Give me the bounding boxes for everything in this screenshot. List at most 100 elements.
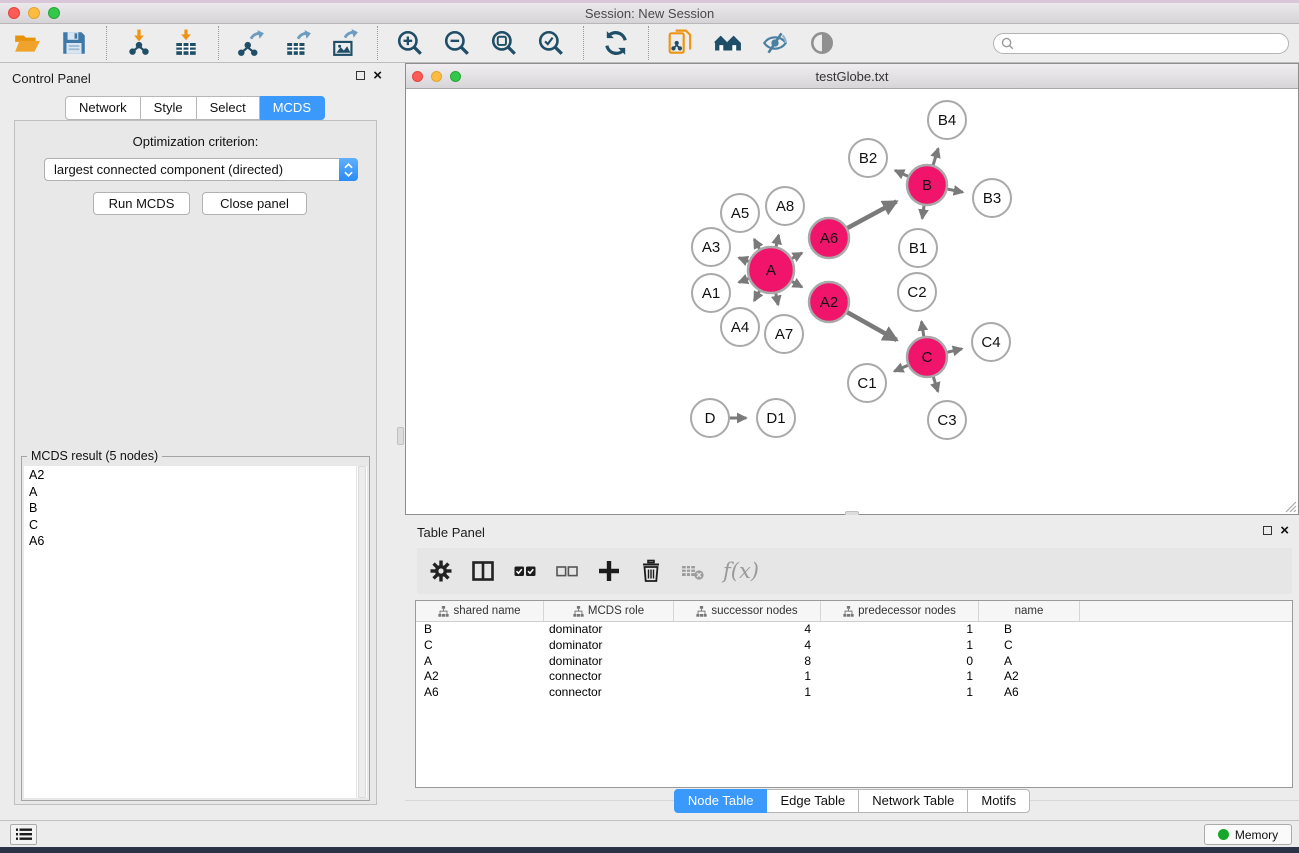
show-graphics-icon[interactable] — [807, 28, 837, 58]
refresh-layout-button[interactable] — [601, 28, 631, 58]
table-row[interactable]: A6connector11A6 — [416, 685, 1292, 701]
zoom-out-button[interactable] — [442, 28, 472, 58]
column-label: name — [1015, 605, 1044, 617]
task-history-button[interactable] — [10, 824, 37, 845]
zoom-traffic-light[interactable] — [48, 7, 60, 19]
select-all-icon[interactable] — [511, 557, 539, 585]
zoom-selected-button[interactable] — [536, 28, 566, 58]
table-options-gear-icon[interactable] — [427, 557, 455, 585]
main-toolbar — [0, 24, 1299, 63]
table-row[interactable]: A2connector11A2 — [416, 669, 1292, 685]
import-table-button[interactable] — [171, 28, 201, 58]
delete-column-trash-icon[interactable] — [637, 557, 665, 585]
import-network-button[interactable] — [124, 28, 154, 58]
table-cell: A2 — [979, 669, 1080, 685]
minimize-traffic-light[interactable] — [28, 7, 40, 19]
toolbar-separator — [106, 26, 107, 60]
graph-node-label-B: B — [922, 177, 932, 194]
close-panel-icon[interactable]: × — [1280, 525, 1289, 536]
run-mcds-button[interactable]: Run MCDS — [93, 192, 190, 215]
zoom-in-button[interactable] — [395, 28, 425, 58]
float-panel-icon[interactable] — [356, 71, 365, 80]
export-table-button[interactable] — [283, 28, 313, 58]
save-session-button[interactable] — [59, 28, 89, 58]
open-session-button[interactable] — [12, 28, 42, 58]
clone-network-button[interactable] — [666, 28, 696, 58]
close-panel-icon[interactable]: × — [373, 70, 382, 81]
home-button[interactable] — [713, 28, 743, 58]
float-panel-icon[interactable] — [1263, 526, 1272, 535]
mcds-result-title: MCDS result (5 nodes) — [27, 449, 162, 463]
graph-node-label-A8: A8 — [776, 198, 794, 215]
toolbar-separator — [583, 26, 584, 60]
table-cell: B — [979, 622, 1080, 638]
table-cell: 0 — [821, 654, 979, 670]
table-cell: connector — [544, 685, 674, 701]
hide-details-icon[interactable] — [760, 28, 790, 58]
memory-button[interactable]: Memory — [1204, 824, 1292, 845]
table-cell: C — [979, 638, 1080, 654]
zoom-traffic-light[interactable] — [450, 71, 461, 82]
table-row[interactable]: Adominator80A — [416, 654, 1292, 670]
column-header-shared-name[interactable]: shared name — [416, 601, 544, 621]
result-item[interactable]: A2 — [24, 468, 356, 485]
add-column-icon[interactable] — [595, 557, 623, 585]
table-cell: 4 — [674, 622, 821, 638]
table-cell: 1 — [821, 685, 979, 701]
tab-motifs[interactable]: Motifs — [968, 789, 1030, 813]
table-row[interactable]: Bdominator41B — [416, 622, 1292, 638]
window-resize-grip[interactable] — [1283, 499, 1297, 513]
result-item[interactable]: B — [24, 501, 356, 518]
zoom-fit-button[interactable] — [489, 28, 519, 58]
table-cell: 4 — [674, 638, 821, 654]
table-cell: dominator — [544, 654, 674, 670]
splitter-handle-vertical[interactable] — [397, 427, 404, 445]
export-network-button[interactable] — [236, 28, 266, 58]
tab-style[interactable]: Style — [141, 96, 197, 120]
graph-node-label-C3: C3 — [937, 412, 956, 429]
result-item[interactable]: A — [24, 485, 356, 502]
dropdown-stepper-icon — [339, 158, 358, 181]
session-title: Session: New Session — [585, 6, 714, 21]
table-row[interactable]: Cdominator41C — [416, 638, 1292, 654]
deselect-all-icon[interactable] — [553, 557, 581, 585]
column-header-successor-nodes[interactable]: successor nodes — [674, 601, 821, 621]
network-view-window: testGlobe.txt AA1A2A3A4A5A6A7A8BB1B2B3B4… — [405, 63, 1299, 515]
memory-status-icon — [1218, 829, 1229, 840]
export-image-button[interactable] — [330, 28, 360, 58]
table-cell: C — [416, 638, 544, 654]
desktop-edge-bottom — [0, 847, 1299, 853]
column-header-name[interactable]: name — [979, 601, 1080, 621]
status-bar: Memory — [0, 820, 1299, 847]
graph-node-label-A5: A5 — [731, 205, 749, 222]
close-traffic-light[interactable] — [412, 71, 423, 82]
split-table-icon[interactable] — [469, 557, 497, 585]
network-graph-canvas[interactable]: AA1A2A3A4A5A6A7A8BB1B2B3B4CC1C2C3C4DD1 — [406, 89, 1298, 514]
tab-select[interactable]: Select — [197, 96, 260, 120]
close-traffic-light[interactable] — [8, 7, 20, 19]
column-header-predecessor-nodes[interactable]: predecessor nodes — [821, 601, 979, 621]
table-panel-title: Table Panel — [417, 525, 485, 540]
tab-node-table[interactable]: Node Table — [674, 789, 768, 813]
network-window-title: testGlobe.txt — [816, 69, 889, 84]
close-panel-button[interactable]: Close panel — [202, 192, 307, 215]
tab-network[interactable]: Network — [65, 96, 141, 120]
result-scrollbar[interactable] — [356, 466, 367, 798]
result-item[interactable]: C — [24, 518, 356, 535]
function-builder-icon-disabled: f(x) — [721, 559, 759, 583]
tab-network-table[interactable]: Network Table — [859, 789, 968, 813]
graph-node-label-C4: C4 — [981, 334, 1000, 351]
criterion-dropdown[interactable]: largest connected component (directed) — [44, 158, 358, 181]
mcds-result-box: MCDS result (5 nodes) A2ABCA6 — [21, 456, 370, 801]
control-panel-title: Control Panel — [12, 71, 91, 86]
mcds-tab-content: Optimization criterion: largest connecte… — [14, 120, 377, 805]
search-input[interactable] — [993, 33, 1289, 54]
hierarchy-sort-icon — [438, 606, 449, 617]
result-item[interactable]: A6 — [24, 534, 356, 551]
column-header-MCDS-role[interactable]: MCDS role — [544, 601, 674, 621]
tab-mcds[interactable]: MCDS — [260, 96, 325, 120]
graph-node-label-A6: A6 — [820, 230, 838, 247]
tab-edge-table[interactable]: Edge Table — [767, 789, 859, 813]
network-window-titlebar: testGlobe.txt — [406, 64, 1298, 89]
minimize-traffic-light[interactable] — [431, 71, 442, 82]
